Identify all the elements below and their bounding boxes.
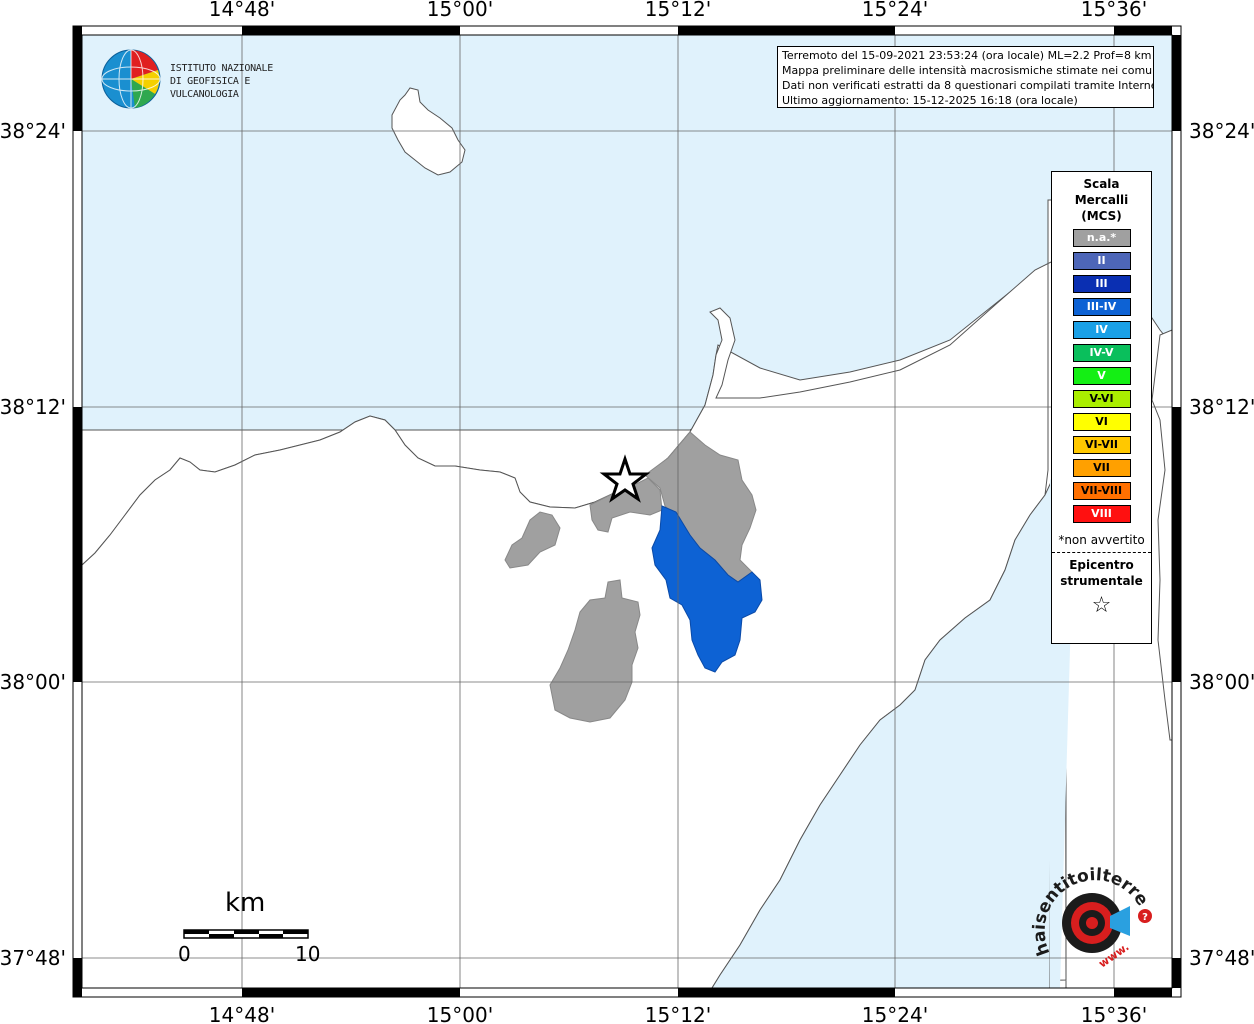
globe-icon bbox=[101, 49, 161, 109]
legend-swatch-6: V bbox=[1072, 367, 1131, 385]
bottom-tick-3: 15°12' bbox=[645, 1003, 711, 1024]
left-tick-4: 37°48' bbox=[0, 946, 66, 970]
bottom-tick-1: 14°48' bbox=[209, 1003, 275, 1024]
scale-bar: km 0 10 bbox=[170, 888, 320, 968]
legend-separator bbox=[1052, 552, 1151, 553]
legend-swatch-5: IV-V bbox=[1072, 344, 1131, 362]
scale-unit: km bbox=[225, 888, 266, 918]
legend-swatches: n.a.* II III III-IV IV IV-V V V-VI VI VI-VII VII VI… bbox=[1052, 229, 1151, 523]
legend-swatch-11: VII-VIII bbox=[1072, 482, 1131, 500]
ingv-line2: DI GEOFISICA E VULCANOLOGIA bbox=[170, 76, 251, 100]
bottom-tick-5: 15°36' bbox=[1081, 1003, 1147, 1024]
top-tick-4: 15°24' bbox=[862, 0, 928, 21]
info-line-4: Ultimo aggiornamento: 15-12-2025 16:18 (… bbox=[782, 94, 1078, 107]
left-tick-1: 38°24' bbox=[0, 119, 66, 143]
right-tick-4: 37°48' bbox=[1189, 946, 1254, 970]
legend-swatch-0: n.a.* bbox=[1072, 229, 1131, 247]
top-tick-2: 15°00' bbox=[427, 0, 493, 21]
ingv-logo: ISTITUTO NAZIONALE DI GEOFISICA E VULCAN… bbox=[100, 48, 320, 110]
legend-title-3: (MCS) bbox=[1081, 209, 1122, 223]
legend-star-icon: ☆ bbox=[1091, 593, 1112, 618]
info-line-3: Dati non verificati estratti da 8 questi… bbox=[782, 79, 1154, 92]
legend-epi-2: strumentale bbox=[1060, 574, 1143, 588]
legend-epicenter-label: Epicentro strumentale bbox=[1052, 557, 1151, 589]
bottom-tick-4: 15°24' bbox=[862, 1003, 928, 1024]
info-line-1: Terremoto del 15-09-2021 23:53:24 (ora l… bbox=[782, 49, 1152, 62]
legend-swatch-12: VIII bbox=[1072, 505, 1131, 523]
legend-swatch-4: IV bbox=[1072, 321, 1131, 339]
right-tick-1: 38°24' bbox=[1189, 119, 1254, 143]
event-info-box: Terremoto del 15-09-2021 23:53:24 (ora l… bbox=[777, 46, 1154, 108]
bottom-tick-2: 15°00' bbox=[427, 1003, 493, 1024]
left-tick-3: 38°00' bbox=[0, 670, 66, 694]
scale-start: 0 bbox=[178, 942, 191, 966]
legend-swatch-1: II bbox=[1072, 252, 1131, 270]
legend-swatch-8: VI bbox=[1072, 413, 1131, 431]
legend-swatch-9: VI-VII bbox=[1072, 436, 1131, 454]
top-tick-1: 14°48' bbox=[209, 0, 275, 21]
left-tick-2: 38°12' bbox=[0, 395, 66, 419]
mcs-legend: Scala Mercalli (MCS) n.a.* II III III-IV IV I… bbox=[1051, 171, 1152, 644]
svg-text:?: ? bbox=[1142, 912, 1148, 923]
legend-swatch-7: V-VI bbox=[1072, 390, 1131, 408]
legend-title-1: Scala bbox=[1083, 177, 1120, 191]
right-tick-2: 38°12' bbox=[1189, 395, 1254, 419]
legend-swatch-3: III-IV bbox=[1072, 298, 1131, 316]
legend-swatch-2: III bbox=[1072, 275, 1131, 293]
top-tick-3: 15°12' bbox=[645, 0, 711, 21]
right-tick-3: 38°00' bbox=[1189, 670, 1254, 694]
legend-title-2: Mercalli bbox=[1074, 193, 1129, 207]
ingv-line1: ISTITUTO NAZIONALE bbox=[170, 63, 273, 74]
hai-sentito-logo[interactable]: ? haisentitoilterremoto.it www. bbox=[1021, 843, 1160, 978]
legend-title: Scala Mercalli (MCS) bbox=[1052, 176, 1151, 224]
info-line-2: Mappa preliminare delle intensità macros… bbox=[782, 64, 1154, 77]
scale-end: 10 bbox=[295, 942, 321, 966]
legend-epi-1: Epicentro bbox=[1069, 558, 1134, 572]
legend-note: *non avvertito bbox=[1058, 533, 1145, 547]
legend-swatch-10: VII bbox=[1072, 459, 1131, 477]
top-tick-5: 15°36' bbox=[1081, 0, 1147, 21]
